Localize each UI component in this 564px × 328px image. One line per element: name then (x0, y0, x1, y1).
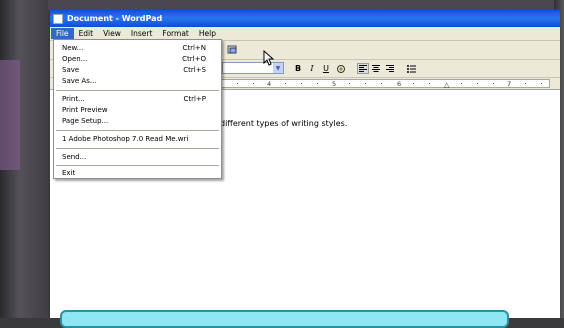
menu-item-recent-file[interactable]: 1 Adobe Photoshop 7.0 Read Me.wri (62, 134, 212, 144)
ruler-mark-7: 7 (507, 80, 512, 88)
insert-object-icon[interactable] (226, 44, 239, 56)
menu-separator (56, 90, 219, 91)
menu-edit[interactable]: Edit (74, 28, 99, 39)
menu-separator (56, 148, 219, 149)
menu-item-print[interactable]: Print... Ctrl+P (62, 94, 212, 104)
ruler-mark-5: 5 (332, 80, 337, 88)
background-accent (0, 60, 20, 170)
menu-item-save-label: Save (62, 66, 80, 74)
menu-item-open-shortcut: Ctrl+O (182, 55, 206, 63)
italic-button[interactable]: I (306, 63, 318, 74)
menu-item-print-preview-label: Print Preview (62, 106, 108, 114)
menu-insert[interactable]: Insert (126, 28, 158, 39)
underline-button[interactable]: U (320, 63, 332, 74)
document-text: different types of writing styles. (220, 119, 348, 128)
menu-separator (56, 165, 219, 166)
window-title: Document - WordPad (67, 14, 163, 23)
menu-file[interactable]: File (51, 28, 74, 39)
menu-item-new-label: New... (62, 44, 84, 52)
bold-button[interactable]: B (292, 63, 304, 74)
ruler-mark-4: 4 (267, 80, 272, 88)
wordpad-app-icon[interactable] (53, 13, 63, 24)
menu-item-page-setup[interactable]: Page Setup... (62, 116, 212, 126)
right-indent-marker[interactable]: △ (444, 81, 449, 89)
ruler-mark-6: 6 (397, 80, 402, 88)
menu-item-save-shortcut: Ctrl+S (183, 66, 206, 74)
bullets-icon[interactable] (405, 63, 417, 74)
menu-item-save-as-label: Save As... (62, 77, 97, 85)
menu-item-exit-label: Exit (62, 169, 76, 177)
file-menu-dropdown: New... Ctrl+N Open... Ctrl+O Save Ctrl+S… (53, 39, 222, 179)
menu-item-page-setup-label: Page Setup... (62, 117, 109, 125)
caption-panel (60, 310, 509, 328)
menu-item-send-label: Send... (62, 153, 87, 161)
menu-item-open[interactable]: Open... Ctrl+O (62, 54, 212, 64)
align-left-icon[interactable] (357, 63, 369, 74)
menu-item-send[interactable]: Send... (62, 152, 212, 162)
align-center-icon[interactable] (370, 63, 382, 74)
menu-help[interactable]: Help (194, 28, 221, 39)
menu-separator (56, 130, 219, 131)
color-icon[interactable] (335, 63, 347, 74)
align-right-icon[interactable] (384, 63, 396, 74)
title-bar[interactable]: Document - WordPad (50, 10, 560, 27)
menu-item-save-as[interactable]: Save As... (62, 76, 212, 86)
menu-item-exit[interactable]: Exit (62, 168, 212, 178)
menu-item-print-preview[interactable]: Print Preview (62, 105, 212, 115)
wordpad-window: Document - WordPad File Edit View Insert… (50, 10, 560, 318)
menu-item-new[interactable]: New... Ctrl+N (62, 43, 212, 53)
menu-item-save[interactable]: Save Ctrl+S (62, 65, 212, 75)
menu-item-print-shortcut: Ctrl+P (183, 95, 206, 103)
menu-item-open-label: Open... (62, 55, 88, 63)
menu-view[interactable]: View (98, 28, 126, 39)
monitor-frame-top (0, 0, 564, 10)
menu-item-recent-file-label: 1 Adobe Photoshop 7.0 Read Me.wri (62, 135, 189, 143)
menu-format[interactable]: Format (157, 28, 193, 39)
menu-item-new-shortcut: Ctrl+N (182, 44, 206, 52)
menu-item-print-label: Print... (62, 95, 85, 103)
